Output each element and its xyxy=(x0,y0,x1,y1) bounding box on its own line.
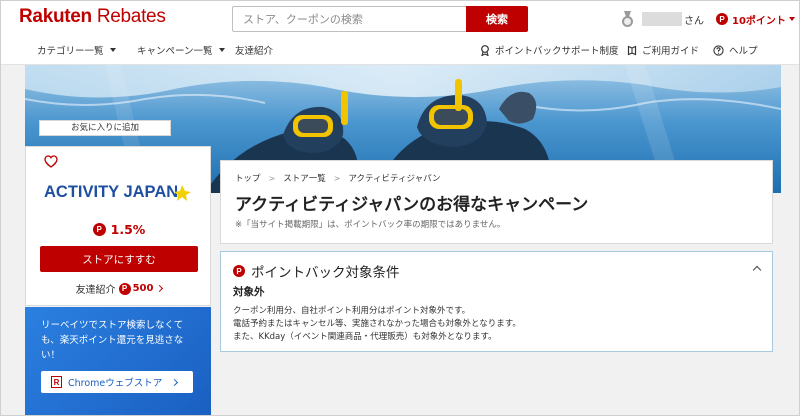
guide-book-icon xyxy=(627,45,637,55)
breadcrumb-top[interactable]: トップ xyxy=(235,172,261,184)
logo-bold: Rakuten xyxy=(19,6,92,27)
chrome-extension-promo: リーベイツでストア検索しなくても、楽天ポイント還元を見逃さない！ R Chrom… xyxy=(25,307,211,415)
nav-referral[interactable]: 友達紹介 xyxy=(235,43,273,57)
point-balance: 10ポイント xyxy=(732,15,786,27)
chrome-web-store-label: Chromeウェブストア xyxy=(68,378,163,389)
activity-japan-logo[interactable]: ACTIVITY JAPAN xyxy=(44,177,194,203)
search-input[interactable] xyxy=(233,7,467,31)
logo-thin: Rebates xyxy=(91,6,166,27)
condition-line: 電話予約またはキャンセル等、実施されなかった場合も対象外となります。 xyxy=(233,319,521,329)
point-icon: P xyxy=(92,223,106,236)
nav-pointback-support[interactable]: ポイントバックサポート制度 xyxy=(480,43,619,57)
activity-japan-logo-text: ACTIVITY JAPAN xyxy=(44,183,178,201)
rakuten-rebates-logo[interactable]: Rakuten Rebates xyxy=(19,6,166,28)
username-honorific: さん xyxy=(684,15,704,27)
nav-user-guide-label: ご利用ガイド xyxy=(642,46,700,57)
breadcrumb: トップ > ストア一覧 > アクティビティジャパン xyxy=(235,172,441,185)
username-redacted xyxy=(642,12,682,26)
breadcrumb-chevron-icon: > xyxy=(333,173,341,183)
nav-referral-label: 友達紹介 xyxy=(235,46,274,57)
pointback-rate-value: 1.5% xyxy=(110,222,146,237)
chevron-down-icon xyxy=(788,17,795,21)
store-title-panel: トップ > ストア一覧 > アクティビティジャパン アクティビティジャパンのお得… xyxy=(220,160,773,244)
promo-text: リーベイツでストア検索しなくても、楽天ポイント還元を見逃さない！ xyxy=(41,320,184,361)
pointback-conditions-panel: P ポイントバック対象条件 対象外 クーポン利用分、自社ポイント利用分はポイント… xyxy=(220,251,773,352)
nav-campaigns[interactable]: キャンペーン一覧 xyxy=(137,43,225,57)
conditions-header[interactable]: P ポイントバック対象条件 xyxy=(233,261,400,281)
referral-points: 500 xyxy=(132,283,154,294)
browser-page: Rakuten Rebates 検索 さん P 10ポイント カテゴリー一覧 キ… xyxy=(0,0,800,416)
breadcrumb-chevron-icon: > xyxy=(268,173,276,183)
add-to-favorites[interactable]: お気に入りに追加 xyxy=(39,120,171,136)
condition-line: また、KKday（イベント関連商品・代理販売）も対象外となります。 xyxy=(233,332,497,342)
nav-help-label: ヘルプ xyxy=(729,46,758,57)
user-menu[interactable]: さん P 10ポイント xyxy=(621,9,795,29)
conditions-exclusion-label: 対象外 xyxy=(233,286,265,298)
add-to-favorites-label: お気に入りに追加 xyxy=(70,123,139,133)
breadcrumb-current: アクティビティジャパン xyxy=(348,174,441,184)
nav-categories-label: カテゴリー一覧 xyxy=(37,46,104,57)
referral-link[interactable]: 友達紹介 P 500 xyxy=(26,281,212,296)
award-icon xyxy=(481,44,489,56)
expiry-note: ※「当サイト掲載期限」は、ポイントバック率の期限ではありません。 xyxy=(235,220,506,230)
go-to-store-button[interactable]: ストアにすすむ xyxy=(40,246,198,272)
breadcrumb-store-list[interactable]: ストア一覧 xyxy=(283,172,326,184)
nav-pointback-support-label: ポイントバックサポート制度 xyxy=(495,46,619,57)
help-question-icon xyxy=(713,44,724,56)
store-card: ACTIVITY JAPAN P 1.5% ストアにすすむ 友達紹介 P 500 xyxy=(25,146,211,306)
search-bar: 検索 xyxy=(232,6,528,32)
sub-navigation: カテゴリー一覧 キャンペーン一覧 友達紹介 ポイントバックサポート制度 ご利用ガ… xyxy=(1,39,799,61)
nav-categories[interactable]: カテゴリー一覧 xyxy=(37,43,116,57)
rakuten-r-icon: R xyxy=(51,376,62,388)
point-icon: P xyxy=(233,265,245,277)
page-title: アクティビティジャパンのお得なキャンペーン xyxy=(235,195,589,215)
conditions-title: ポイントバック対象条件 xyxy=(251,265,400,281)
chevron-right-icon xyxy=(156,284,164,293)
chevron-down-icon xyxy=(218,48,225,52)
nav-campaigns-label: キャンペーン一覧 xyxy=(137,46,213,57)
site-header: Rakuten Rebates 検索 さん P 10ポイント カテゴリー一覧 キ… xyxy=(1,1,799,65)
chevron-right-icon xyxy=(171,378,179,386)
point-icon: P xyxy=(118,282,131,295)
pointback-rate: P 1.5% xyxy=(26,222,212,237)
nav-help[interactable]: ヘルプ xyxy=(713,43,758,57)
nav-user-guide[interactable]: ご利用ガイド xyxy=(627,43,699,57)
conditions-text: クーポン利用分、自社ポイント利用分はポイント対象外です。 電話予約またはキャンセ… xyxy=(233,305,521,344)
chevron-up-icon[interactable] xyxy=(752,265,762,275)
member-rank-medal-icon xyxy=(621,11,634,27)
heart-icon[interactable] xyxy=(44,155,58,168)
chevron-down-icon xyxy=(109,48,116,52)
chrome-web-store-button[interactable]: R Chromeウェブストア xyxy=(41,371,193,393)
point-icon: P xyxy=(716,13,728,25)
condition-line: クーポン利用分、自社ポイント利用分はポイント対象外です。 xyxy=(233,306,471,316)
search-button[interactable]: 検索 xyxy=(466,6,528,32)
referral-label: 友達紹介 xyxy=(75,285,116,296)
